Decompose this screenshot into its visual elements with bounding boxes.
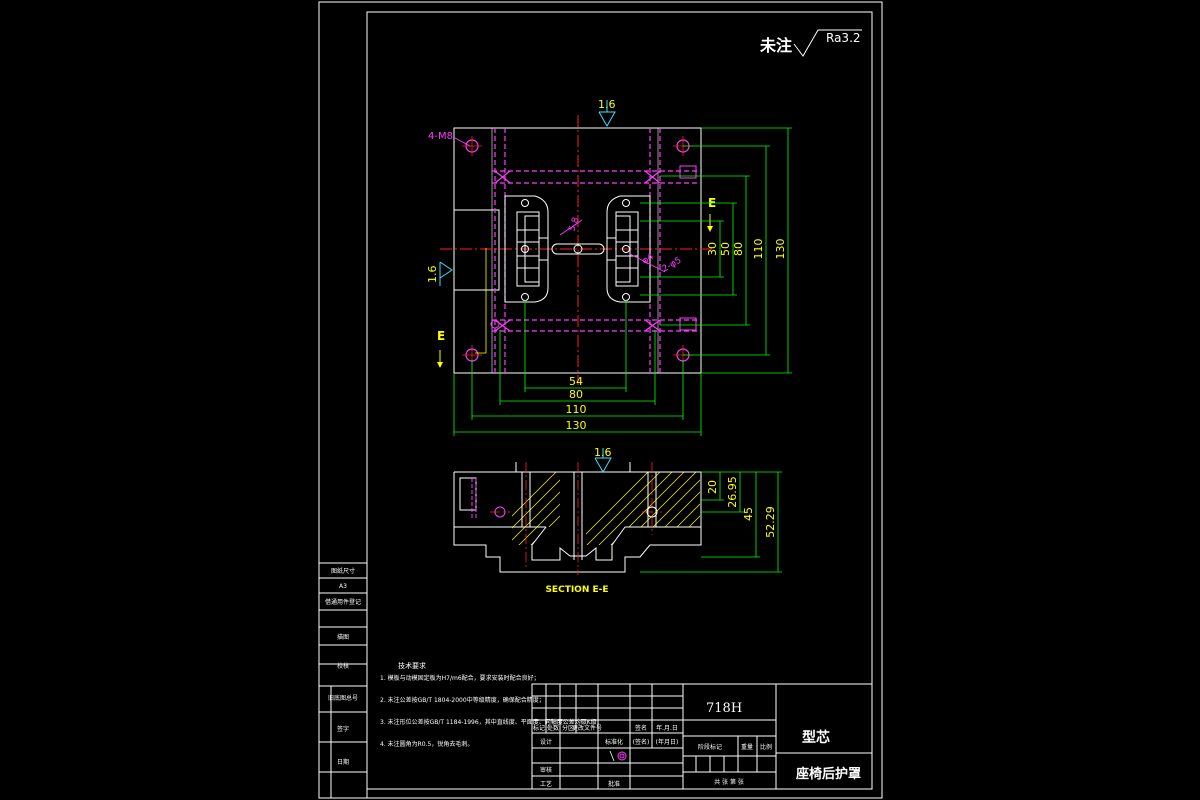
tb-product-name: 座椅后护罩: [795, 766, 861, 782]
strip-cell-7: 旧底图总号: [328, 694, 358, 702]
section-hidden: [471, 478, 477, 520]
tb-sheet-label: 共 张 第 张: [714, 778, 744, 786]
plan-view: 4-M8 5.8 φ4 2-φ5 1.6 1.6 E E 54 80 110 1…: [426, 98, 792, 436]
dim-section-20: 20: [706, 480, 719, 494]
dim-section-26-95: 26.95: [726, 476, 739, 508]
tb-std-label: 标准化: [605, 738, 623, 746]
dim-section-52-29: 52.29: [764, 506, 777, 538]
dim-bottom-130: 130: [566, 419, 587, 432]
section-hatch: [512, 472, 700, 545]
dim-right-80: 80: [732, 242, 745, 256]
section-title: SECTION E-E: [545, 585, 608, 595]
tech-req-title: 技术要求: [398, 661, 426, 670]
surface-mark-left: 1.6: [426, 261, 453, 286]
section-marker-bottom-label: E: [437, 329, 445, 343]
roughness-note-label: 未注: [759, 36, 792, 55]
dim-bottom-54: 54: [569, 375, 583, 388]
strip-cell-4: 描图: [337, 633, 349, 641]
strip-cell-6: 校核: [337, 662, 349, 670]
title-block: 标记 处数 分区 更改文件号 签名 年.月.日 设计 审核 工艺 标准化 (签名…: [531, 683, 873, 790]
tech-requirements: 技术要求 1. 模板与动模固定板为H7/m6配合，要求安装时配合良好； 2. 未…: [380, 661, 603, 748]
callout-dia: 2-φ5: [661, 256, 684, 275]
tb-row-process: 工艺: [540, 780, 552, 788]
surface-mark-section: 1.6: [594, 446, 612, 474]
roughness-note-value: Ra3.2: [826, 31, 861, 45]
tb-row-review: 审核: [540, 766, 552, 774]
tb-date-label: (年月日): [656, 738, 679, 746]
hidden-lines: [492, 128, 701, 373]
strip-cell-2: 借通用件登记: [325, 598, 361, 606]
projection-symbol-icon: [617, 751, 627, 761]
hole-note-label: 4-M8: [428, 131, 453, 142]
strip-cell-9: 日期: [337, 758, 349, 766]
dim-text-right: 30 50 80 110 130: [706, 239, 787, 260]
tech-req-item-4: 4. 未注圆角为R0.5，锐角去毛刺。: [380, 740, 473, 748]
tb-weight-label: 重量: [741, 743, 753, 751]
tech-req-item-1: 1. 模板与动模固定板为H7/m6配合，要求安装时配合良好；: [380, 674, 540, 682]
tb-part-name: 型芯: [802, 729, 830, 746]
callout-diag: 5.8: [567, 216, 581, 233]
dim-text-section: 20 26.95 45 52.29: [706, 476, 777, 538]
dim-text-bottom: 54 80 110 130: [566, 375, 587, 432]
dim-right-130: 130: [774, 239, 787, 260]
dim-bottom-80: 80: [569, 388, 583, 401]
strip-cell-0: 图纸尺寸: [331, 567, 355, 575]
tb-approve-label: 批准: [608, 780, 620, 788]
tb-stage-label: 阶段标记: [698, 743, 722, 751]
sheet-inner-border: [366, 11, 873, 790]
tb-scale-label: 比例: [760, 743, 772, 751]
dim-bottom-110: 110: [566, 403, 587, 416]
tb-col-3: 更改文件号: [572, 724, 602, 732]
section-view: 1.6 20 26.95 45 52.29 SECTION E-E: [453, 446, 782, 595]
tb-col-5: 年.月.日: [656, 724, 678, 732]
surface-mark-section-value: 1.6: [594, 446, 612, 459]
tb-row-design: 设计: [540, 738, 552, 746]
section-marker-top: E: [707, 196, 716, 232]
tb-col-4: 签名: [635, 724, 647, 732]
tb-sign-label: (签名): [633, 738, 650, 746]
tb-material: 718H: [706, 701, 742, 716]
strip-cell-1: A3: [339, 583, 347, 590]
left-strip: 图纸尺寸 A3 借通用件登记 描图 校核 旧底图总号 签字 日期: [318, 562, 368, 799]
dim-right-50: 50: [719, 242, 732, 256]
strip-cell-8: 签字: [337, 725, 349, 733]
tb-col-1: 处数: [547, 724, 559, 732]
section-centerlines: [490, 462, 662, 575]
roughness-note: 未注 Ra3.2: [759, 29, 862, 57]
surface-mark-left-value: 1.6: [426, 266, 439, 284]
tech-req-item-2: 2. 未注公差按GB/T 1804-2000中等级精度，确保配合精度；: [380, 696, 545, 704]
dim-section-45: 45: [742, 507, 755, 521]
surface-mark-top-value: 1.6: [598, 98, 616, 111]
surface-mark-top: 1.6: [598, 98, 616, 128]
section-outline: [453, 462, 702, 573]
section-marker-bottom: E: [437, 248, 487, 368]
center-lines: [440, 115, 715, 385]
callout-small: φ4: [641, 252, 656, 267]
tb-col-0: 标记: [533, 724, 545, 732]
dim-right-30: 30: [706, 242, 719, 256]
cad-drawing: 未注 Ra3.2 4-M8 5.8 φ4 2-φ5 1.6 1.6 E E 54…: [318, 1, 883, 799]
dim-right-110: 110: [752, 239, 765, 260]
